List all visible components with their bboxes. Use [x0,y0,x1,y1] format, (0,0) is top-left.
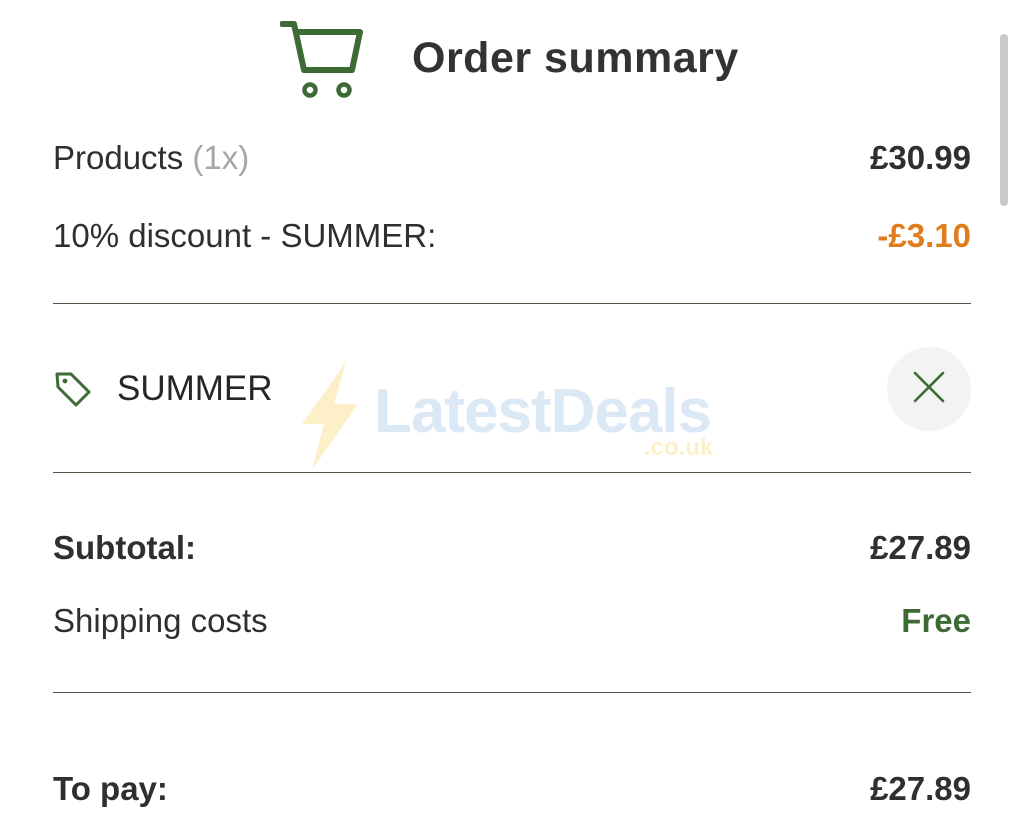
products-price: £30.99 [870,139,971,176]
order-summary-header: Order summary [280,16,739,100]
to-pay-row: To pay: £27.89 [53,767,971,811]
coupon-row: SUMMER [53,347,971,431]
close-icon [912,370,946,409]
discount-label: 10% discount - SUMMER: [53,217,437,254]
shipping-label: Shipping costs [53,602,268,639]
products-label: Products [53,139,184,176]
remove-coupon-button[interactable] [887,347,971,431]
shipping-value: Free [901,602,971,639]
to-pay-label: To pay: [53,770,168,807]
scrollbar[interactable] [1000,34,1008,206]
page-title: Order summary [412,33,739,82]
products-label-group: Products (1x) [53,139,249,177]
discount-value: -£3.10 [877,217,971,254]
watermark-domain: .co.uk [644,434,714,461]
products-quantity: (1x) [192,139,250,176]
divider [53,472,971,473]
order-summary-panel: Order summary Products (1x) £30.99 10% d… [0,0,1024,838]
subtotal-value: £27.89 [870,529,971,566]
divider [53,303,971,304]
shopping-cart-icon [280,18,370,98]
products-row: Products (1x) £30.99 [53,136,971,180]
coupon-code: SUMMER [117,369,273,408]
divider [53,692,971,693]
shipping-row: Shipping costs Free [53,599,971,643]
subtotal-row: Subtotal: £27.89 [53,526,971,570]
tag-icon [53,369,93,409]
subtotal-label: Subtotal: [53,529,196,566]
applied-coupon: SUMMER [53,369,273,409]
to-pay-value: £27.89 [870,770,971,807]
discount-row: 10% discount - SUMMER: -£3.10 [53,214,971,258]
